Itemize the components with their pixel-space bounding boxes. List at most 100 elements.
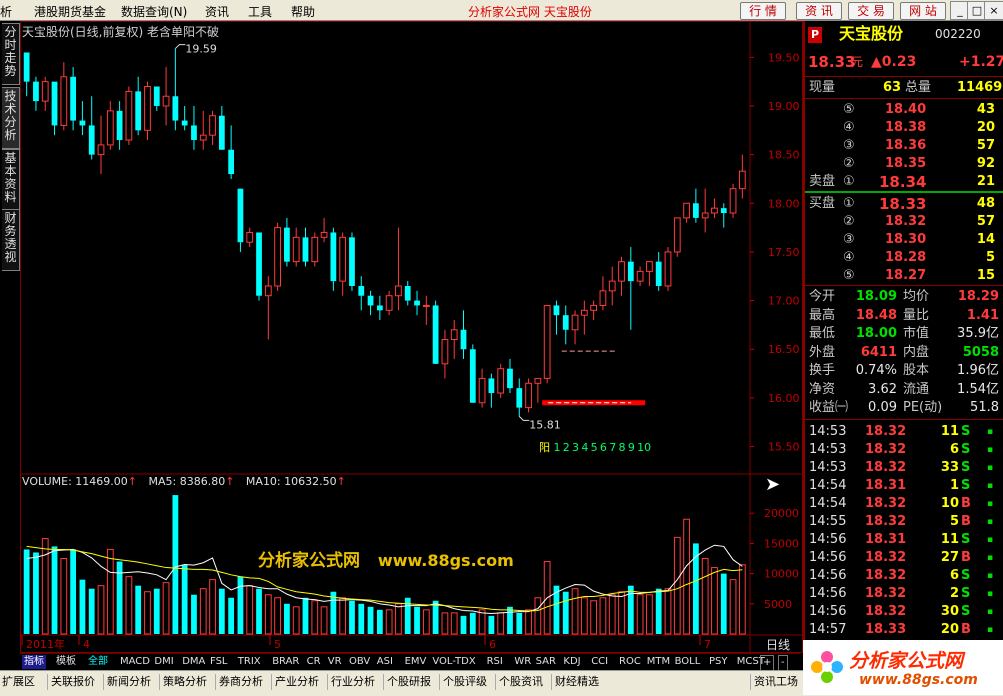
trade-tick-icon: ▪ xyxy=(987,499,994,509)
indicator-tab-kdj[interactable]: KDJ xyxy=(561,655,582,669)
ask-row[interactable]: ② 18.35 92 xyxy=(805,155,1003,173)
indicator-tab-rsi[interactable]: RSI xyxy=(485,655,505,669)
trade-volume: 33 xyxy=(940,460,959,475)
bid-row[interactable]: ⑤ 18.27 15 xyxy=(805,267,1003,285)
candle-body-up xyxy=(664,251,672,287)
period-label[interactable]: 日线 xyxy=(766,636,790,653)
yang-count: 4 xyxy=(581,441,588,454)
indicator-tab-dmi[interactable]: DMI xyxy=(152,655,175,669)
stat-row: 净资 3.62 流通 1.54亿 xyxy=(805,381,1003,399)
bottom-tab-3[interactable]: 策略分析 xyxy=(159,674,207,690)
indicator-tab-模板[interactable]: 模板 xyxy=(54,655,78,669)
indicator-tab-asi[interactable]: ASI xyxy=(375,655,395,669)
indicator-tab-boll[interactable]: BOLL xyxy=(673,655,703,669)
indicator-tab-dma[interactable]: DMA xyxy=(180,655,207,669)
indicator-tab-全部[interactable]: 全部 xyxy=(86,655,110,669)
bottom-tab-1[interactable]: 关联报价 xyxy=(47,674,95,690)
ask-price: 18.34 xyxy=(879,173,927,191)
indicator-tab-brar[interactable]: BRAR xyxy=(270,655,301,669)
indicator-tab-psy[interactable]: PSY xyxy=(707,655,730,669)
tab-intraday[interactable]: 分时走势 xyxy=(2,23,20,85)
candle-body-down xyxy=(516,388,523,408)
bid-row[interactable]: ④ 18.28 5 xyxy=(805,249,1003,267)
zoom-out-button[interactable]: - xyxy=(778,655,788,671)
ask-row[interactable]: ⑤ 18.40 43 xyxy=(805,101,1003,119)
bottom-tab-8[interactable]: 个股评级 xyxy=(439,674,487,690)
menu-item-news[interactable]: 资讯 xyxy=(205,3,229,20)
trade-side: B xyxy=(961,550,971,565)
bid-level: ③ xyxy=(843,232,855,247)
ask-row[interactable]: ③ 18.36 57 xyxy=(805,137,1003,155)
tab-technical[interactable]: 技术分析 xyxy=(2,87,20,149)
chart-title: 天宝股份(日线,前复权) 老含单阳不破 xyxy=(22,25,219,39)
tab-financials[interactable]: 财务透视 xyxy=(2,209,20,271)
bottom-tab-2[interactable]: 新闻分析 xyxy=(103,674,151,690)
menu-item-help[interactable]: 帮助 xyxy=(291,3,315,20)
volume-bar-down xyxy=(23,549,30,634)
bid-volume: 48 xyxy=(976,196,995,211)
stat-label: 净资 xyxy=(809,381,836,397)
bottom-tab-10[interactable]: 财经精选 xyxy=(551,674,599,690)
indicator-tab-sar[interactable]: SAR xyxy=(534,655,558,669)
ask-row[interactable]: 卖盘 ① 18.34 21 xyxy=(805,173,1003,191)
candle-body-up xyxy=(571,314,579,331)
stat-value: 6411 xyxy=(860,344,897,360)
indicator-tab-macd[interactable]: MACD xyxy=(118,655,152,669)
date-label: 2011年 xyxy=(26,637,65,651)
trade-tick-icon: ▪ xyxy=(987,607,994,617)
bottom-tab-6[interactable]: 行业分析 xyxy=(327,674,375,690)
trade-row: 14:53 18.32 33 S ▪ xyxy=(805,459,1003,477)
indicator-tab-指标[interactable]: 指标 xyxy=(22,655,46,669)
close-icon[interactable]: × xyxy=(984,1,1003,20)
quote-button[interactable]: 行 情 xyxy=(740,2,786,20)
menu-item-tools[interactable]: 工具 xyxy=(248,3,272,20)
trade-row: 14:54 18.32 10 B ▪ xyxy=(805,495,1003,513)
volume-bar-up xyxy=(450,612,458,635)
indicator-tab-roc[interactable]: ROC xyxy=(617,655,643,669)
indicator-tab-cr[interactable]: CR xyxy=(305,655,323,669)
bottom-tab-7[interactable]: 个股研报 xyxy=(383,674,431,690)
menu-item-analysis[interactable]: 析 xyxy=(0,3,12,20)
candle-body-up xyxy=(450,329,458,341)
mouse-cursor-icon: ➤ xyxy=(765,474,781,495)
candle-body-down xyxy=(358,285,365,296)
indicator-tab-cci[interactable]: CCI xyxy=(589,655,610,669)
trade-button[interactable]: 交 易 xyxy=(848,2,894,20)
indicator-tab-emv[interactable]: EMV xyxy=(403,655,429,669)
indicator-tab-vol-tdx[interactable]: VOL-TDX xyxy=(430,655,477,669)
bottom-tab-4[interactable]: 券商分析 xyxy=(215,674,263,690)
bid-price: 18.33 xyxy=(879,195,927,213)
bid-row[interactable]: 买盘 ① 18.33 48 xyxy=(805,195,1003,213)
bottom-tab-5[interactable]: 产业分析 xyxy=(271,674,319,690)
indicator-tab-fsl[interactable]: FSL xyxy=(208,655,230,669)
candle-body-down xyxy=(23,52,30,82)
candle-body-up xyxy=(209,115,216,136)
bid-row[interactable]: ③ 18.30 14 xyxy=(805,231,1003,249)
zoom-in-button[interactable]: + xyxy=(760,655,775,671)
trade-side: S xyxy=(961,424,971,439)
bid-row[interactable]: ② 18.32 57 xyxy=(805,213,1003,231)
candle-body-down xyxy=(181,120,188,126)
trade-time: 14:54 xyxy=(809,496,847,511)
indicator-tab-obv[interactable]: OBV xyxy=(347,655,372,669)
indicator-tab-wr[interactable]: WR xyxy=(512,655,533,669)
stock-header: P 天宝股份 002220 xyxy=(805,25,1003,47)
indicator-tab-vr[interactable]: VR xyxy=(326,655,344,669)
news-button[interactable]: 资 讯 xyxy=(796,2,842,20)
trade-price: 18.32 xyxy=(865,568,907,583)
website-button[interactable]: 网 站 xyxy=(900,2,946,20)
volume-now: 63 xyxy=(883,80,902,95)
trade-row: 14:56 18.32 27 B ▪ xyxy=(805,549,1003,567)
tab-fundamentals[interactable]: 基本资料 xyxy=(2,149,20,211)
menu-item-data-query[interactable]: 数据查询(N) xyxy=(121,3,187,20)
menu-item-hk-futures[interactable]: 港股期货基金 xyxy=(34,3,106,20)
volume-bar-up xyxy=(60,558,68,635)
bottom-tab-11[interactable]: 资讯工场 xyxy=(750,674,798,690)
bottom-tab-0[interactable]: 扩展区 xyxy=(2,674,35,690)
candle-body-up xyxy=(385,295,393,311)
candle-body-up xyxy=(162,95,170,107)
bottom-tab-9[interactable]: 个股资讯 xyxy=(495,674,543,690)
ask-row[interactable]: ④ 18.38 20 xyxy=(805,119,1003,137)
indicator-tab-mtm[interactable]: MTM xyxy=(645,655,672,669)
indicator-tab-trix[interactable]: TRIX xyxy=(236,655,263,669)
